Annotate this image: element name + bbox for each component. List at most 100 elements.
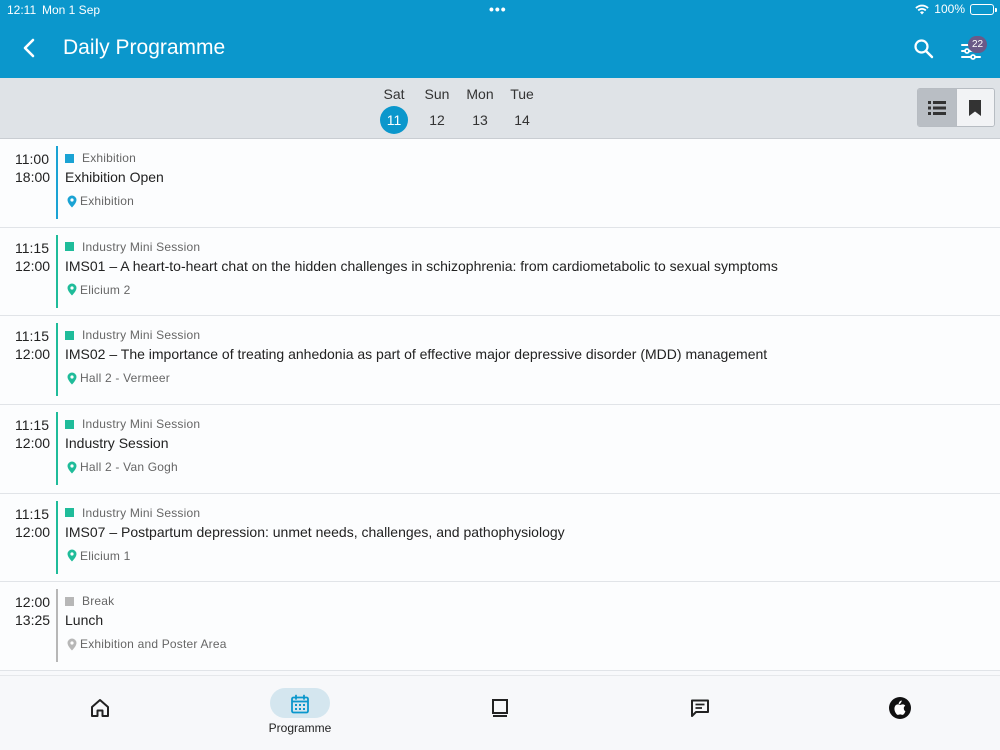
day-number: 14	[514, 112, 530, 128]
session-title: IMS07 – Postpartum depression: unmet nee…	[65, 523, 565, 540]
type-square-icon	[65, 419, 74, 429]
tab-library[interactable]	[400, 676, 600, 750]
tab-label: Programme	[268, 721, 332, 735]
tab-messages[interactable]	[600, 676, 800, 750]
start-time: 11:15	[15, 505, 49, 522]
session-title: Lunch	[65, 612, 104, 629]
type-square-icon	[65, 596, 74, 606]
day-name: Mon	[466, 86, 494, 102]
app-logo-icon	[889, 697, 911, 719]
day-tab-sun[interactable]: Sun 12	[417, 86, 457, 134]
location-label: Exhibition	[80, 194, 135, 208]
day-tab-mon[interactable]: Mon 13	[460, 86, 500, 134]
session-location: Hall 2 - Van Gogh	[67, 460, 178, 474]
start-time: 11:15	[15, 417, 49, 434]
day-tab-sat[interactable]: Sat 11	[374, 86, 414, 134]
session-type: Industry Mini Session	[65, 417, 200, 431]
day-number: 13	[472, 112, 488, 128]
location-label: Hall 2 - Van Gogh	[80, 460, 178, 475]
tab-home[interactable]	[0, 676, 200, 750]
type-label: Industry Mini Session	[82, 239, 201, 254]
start-time: 11:15	[15, 328, 49, 345]
location-pin-icon	[67, 283, 77, 296]
session-row[interactable]: 11:15 12:00 Industry Mini Session IMS01 –…	[0, 227, 1000, 317]
session-title: Exhibition Open	[65, 169, 164, 185]
book-icon	[492, 699, 508, 717]
wifi-icon	[915, 4, 929, 14]
session-row[interactable]: 12:00 13:25 Break Lunch Exhibition and Po…	[0, 582, 1000, 672]
start-time: 12:00	[15, 594, 51, 611]
end-time: 12:00	[15, 257, 51, 274]
type-label: Exhibition	[82, 151, 137, 165]
type-label: Industry Mini Session	[82, 328, 201, 343]
bookmarks-view-button[interactable]	[955, 89, 994, 126]
end-time: 18:00	[15, 169, 51, 185]
day-number: 11	[380, 106, 408, 134]
day-selector: Sat 11 Sun 12 Mon 13 Tue 14	[0, 78, 1000, 139]
view-toggle	[917, 88, 995, 127]
session-type: Break	[65, 594, 114, 608]
filter-count-badge: 22	[968, 36, 987, 53]
session-type: Exhibition	[65, 151, 136, 165]
tab-app[interactable]	[800, 676, 1000, 750]
session-color-bar	[56, 323, 58, 397]
bookmark-icon	[969, 99, 982, 116]
status-date: Mon 1 Sep	[42, 3, 101, 17]
type-square-icon	[65, 508, 74, 518]
session-times: 11:00 18:00	[15, 150, 50, 186]
session-title: IMS01 – A heart-to-heart chat on the hid…	[65, 257, 778, 274]
type-square-icon	[65, 153, 74, 163]
session-type: Industry Mini Session	[65, 240, 200, 254]
session-times: 11:15 12:00	[15, 327, 50, 363]
session-row[interactable]: 11:15 12:00 Industry Mini Session IMS02 –…	[0, 316, 1000, 406]
location-label: Hall 2 - Vermeer	[80, 371, 170, 386]
tab-programme[interactable]: Programme	[200, 676, 400, 750]
session-row[interactable]: 11:00 18:00 Exhibition Exhibition Open Ex…	[0, 139, 1000, 228]
search-icon[interactable]	[911, 36, 937, 62]
back-icon[interactable]	[16, 34, 44, 62]
location-pin-icon	[67, 549, 77, 562]
type-label: Break	[82, 594, 115, 609]
session-list: 11:00 18:00 Exhibition Exhibition Open Ex…	[0, 139, 1000, 675]
end-time: 12:00	[15, 435, 51, 452]
session-times: 12:00 13:25	[15, 593, 50, 629]
multitask-dots-icon[interactable]: •••	[489, 1, 507, 17]
location-label: Exhibition and Poster Area	[80, 637, 227, 652]
session-location: Exhibition	[67, 194, 134, 208]
type-label: Industry Mini Session	[82, 417, 201, 432]
end-time: 13:25	[15, 612, 51, 629]
session-location: Elicium 2	[67, 283, 130, 297]
battery-percent: 100%	[934, 2, 965, 16]
location-pin-icon	[67, 638, 77, 651]
end-time: 12:00	[15, 346, 51, 363]
home-icon	[91, 699, 109, 717]
end-time: 12:00	[15, 523, 51, 540]
list-view-button[interactable]	[918, 89, 956, 126]
status-time: 12:11	[7, 3, 37, 17]
bottom-tab-bar: Programme	[0, 675, 1000, 750]
type-square-icon	[65, 242, 74, 252]
session-times: 11:15 12:00	[15, 416, 50, 452]
day-tab-tue[interactable]: Tue 14	[502, 86, 542, 134]
session-color-bar	[56, 412, 58, 486]
start-time: 11:00	[15, 151, 49, 167]
battery-icon	[970, 3, 997, 15]
session-location: Elicium 1	[67, 549, 130, 563]
status-right: 100%	[915, 2, 997, 16]
session-row[interactable]: 11:15 12:00 Industry Mini Session IMS07 –…	[0, 493, 1000, 583]
session-type: Industry Mini Session	[65, 328, 200, 342]
session-location: Hall 2 - Vermeer	[67, 371, 170, 385]
status-bar: 12:11 Mon 1 Sep ••• 100%	[0, 0, 1000, 18]
start-time: 11:15	[15, 239, 49, 256]
session-row[interactable]: 11:15 12:00 Industry Mini Session Industr…	[0, 405, 1000, 494]
session-color-bar	[56, 234, 58, 308]
list-icon	[927, 100, 946, 115]
day-number: 12	[429, 112, 445, 128]
type-square-icon	[65, 330, 74, 340]
session-color-bar	[56, 146, 58, 219]
session-title: Industry Session	[65, 435, 169, 452]
location-label: Elicium 1	[80, 548, 131, 563]
session-type: Industry Mini Session	[65, 506, 200, 520]
session-title: IMS02 – The importance of treating anhed…	[65, 346, 768, 363]
app-header: 12:11 Mon 1 Sep ••• 100% Daily Programme…	[0, 0, 1000, 78]
